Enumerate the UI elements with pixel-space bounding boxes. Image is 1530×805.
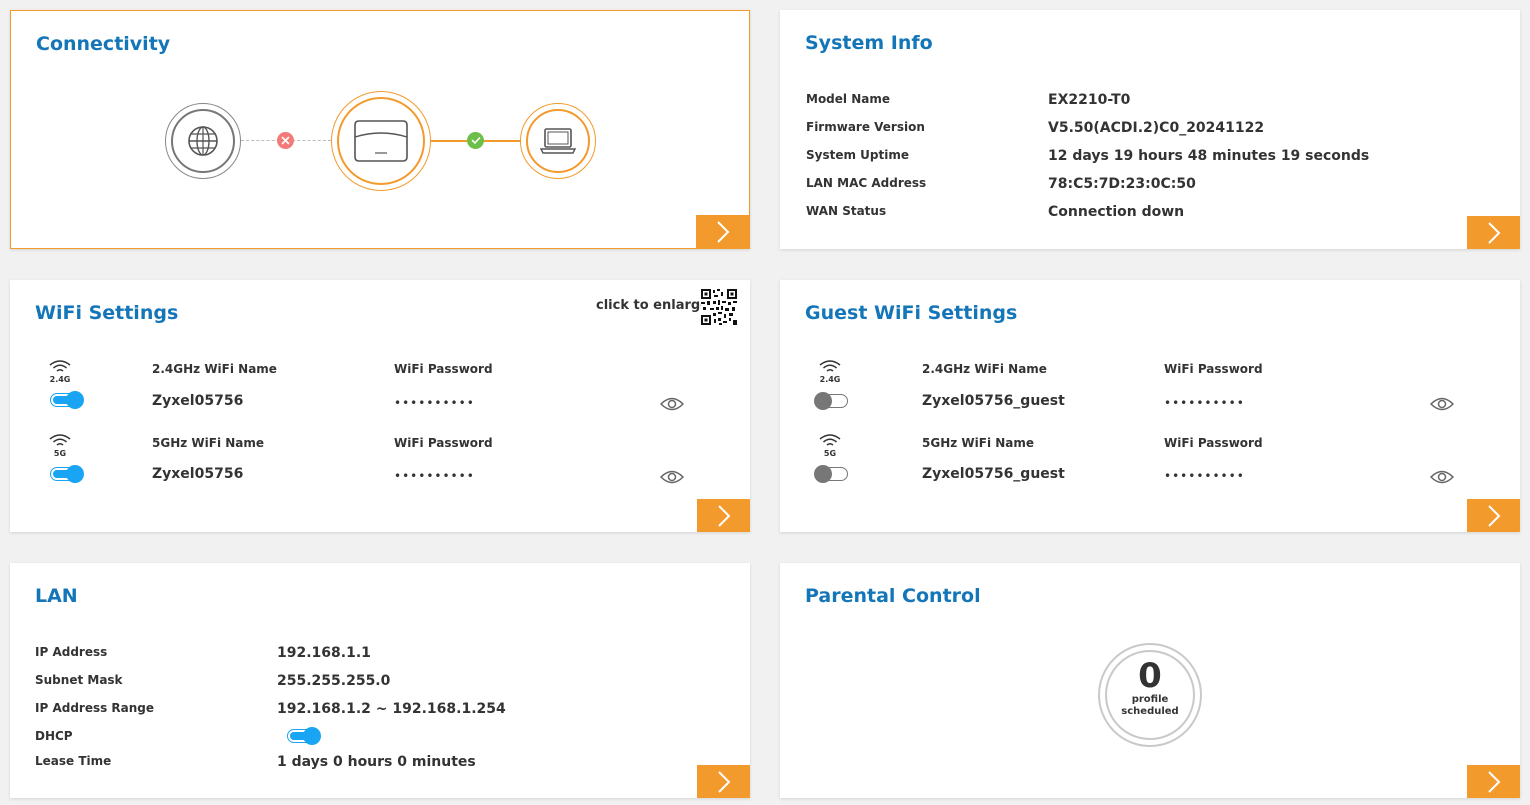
wifi-2g-name-label: 2.4GHz WiFi Name: [152, 362, 277, 376]
subnet-mask-label: Subnet Mask: [35, 673, 123, 687]
guest-5g-ssid: Zyxel05756_guest: [922, 466, 1065, 482]
laptop-icon: [540, 128, 576, 154]
model-name-label: Model Name: [806, 92, 890, 106]
profile-text-line1: profile: [1131, 694, 1169, 705]
client-node: [520, 103, 596, 179]
wifi-5g-password-label: WiFi Password: [394, 436, 493, 450]
show-password-icon[interactable]: [1430, 396, 1454, 412]
band-label: 5G: [53, 449, 67, 458]
system-uptime-label: System Uptime: [806, 148, 909, 162]
show-password-icon[interactable]: [660, 396, 684, 412]
wifi-icon: [49, 360, 71, 372]
dhcp-toggle[interactable]: [287, 727, 321, 745]
wifi-5g-toggle[interactable]: [50, 465, 84, 483]
guest-5g-toggle[interactable]: [814, 465, 848, 483]
wifi-5g-name-label: 5GHz WiFi Name: [152, 436, 265, 450]
band-label: 2.4G: [819, 375, 841, 384]
wifi-2g-ssid: Zyxel05756: [152, 393, 244, 409]
wifi-5g-password: ••••••••••: [394, 469, 475, 483]
wifi-icon: [819, 360, 841, 372]
ip-address-value: 192.168.1.1: [277, 645, 371, 661]
wifi-settings-more-button[interactable]: [697, 499, 750, 532]
chevron-right-icon: [1487, 770, 1500, 793]
dhcp-label: DHCP: [35, 729, 73, 743]
ip-range-value: 192.168.1.2 ~ 192.168.1.254: [277, 701, 506, 717]
show-password-icon[interactable]: [1430, 469, 1454, 485]
subnet-mask-value: 255.255.255.0: [277, 673, 391, 689]
wifi-icon: [819, 434, 841, 446]
chevron-right-icon: [717, 504, 730, 527]
parental-control-title: Parental Control: [805, 585, 981, 607]
chevron-right-icon: [716, 220, 729, 243]
wan-status-value: Connection down: [1048, 204, 1185, 220]
qr-code-icon[interactable]: [701, 289, 737, 325]
lease-time-value: 1 days 0 hours 0 minutes: [277, 754, 476, 770]
wan-status-label: WAN Status: [806, 204, 887, 218]
system-info-title: System Info: [805, 32, 933, 54]
chevron-right-icon: [1487, 221, 1500, 244]
band-label: 2.4G: [49, 375, 71, 384]
firmware-version-label: Firmware Version: [806, 120, 925, 134]
parental-control-card: Parental Control 0 profile scheduled: [780, 563, 1520, 798]
guest-band-2g: 2.4G: [810, 358, 850, 384]
model-name-value: EX2210-T0: [1048, 92, 1131, 108]
wifi-settings-card: WiFi Settings click to enlarge 2.4G 2.4G…: [10, 280, 750, 532]
qr-enlarge-hint[interactable]: click to enlarge: [596, 298, 709, 313]
guest-5g-name-label: 5GHz WiFi Name: [922, 436, 1035, 450]
system-info-card: System Info Model Name EX2210-T0 Firmwar…: [780, 10, 1520, 249]
system-info-more-button[interactable]: [1467, 216, 1520, 249]
wifi-2g-password-label: WiFi Password: [394, 362, 493, 376]
parental-control-more-button[interactable]: [1467, 765, 1520, 798]
profile-count: 0: [1138, 656, 1162, 696]
guest-wifi-title: Guest WiFi Settings: [805, 302, 1018, 324]
x-icon: [277, 132, 294, 149]
check-icon: [467, 132, 484, 149]
router-node: [331, 91, 431, 191]
guest-2g-password: ••••••••••: [1164, 396, 1245, 410]
chevron-right-icon: [1487, 504, 1500, 527]
guest-wifi-card: Guest WiFi Settings 2.4G 2.4GHz WiFi Nam…: [780, 280, 1520, 532]
wifi-2g-toggle[interactable]: [50, 391, 84, 409]
wifi-settings-title: WiFi Settings: [35, 302, 179, 324]
globe-icon: [188, 126, 218, 156]
wifi-2g-password: ••••••••••: [394, 396, 475, 410]
guest-2g-name-label: 2.4GHz WiFi Name: [922, 362, 1047, 376]
wifi-5g-ssid: Zyxel05756: [152, 466, 244, 482]
connectivity-more-button[interactable]: [696, 215, 749, 248]
router-icon: [354, 120, 408, 162]
guest-5g-password: ••••••••••: [1164, 469, 1245, 483]
connectivity-title: Connectivity: [36, 33, 171, 55]
lan-more-button[interactable]: [697, 765, 750, 798]
wifi-band-5g: 5G: [40, 432, 80, 458]
connectivity-card: Connectivity: [10, 10, 750, 249]
lease-time-label: Lease Time: [35, 754, 112, 768]
guest-2g-toggle[interactable]: [814, 392, 848, 410]
profile-counter: 0 profile scheduled: [1098, 643, 1202, 747]
lan-card: LAN IP Address 192.168.1.1 Subnet Mask 2…: [10, 563, 750, 798]
lan-mac-label: LAN MAC Address: [806, 176, 927, 190]
system-uptime-value: 12 days 19 hours 48 minutes 19 seconds: [1048, 148, 1370, 164]
guest-wifi-more-button[interactable]: [1467, 499, 1520, 532]
wifi-icon: [49, 434, 71, 446]
guest-5g-password-label: WiFi Password: [1164, 436, 1263, 450]
profile-text-line2: scheduled: [1121, 706, 1179, 717]
show-password-icon[interactable]: [660, 469, 684, 485]
guest-2g-password-label: WiFi Password: [1164, 362, 1263, 376]
lan-title: LAN: [35, 585, 78, 607]
guest-2g-ssid: Zyxel05756_guest: [922, 393, 1065, 409]
band-label: 5G: [823, 449, 837, 458]
wifi-band-2g: 2.4G: [40, 358, 80, 384]
ip-address-label: IP Address: [35, 645, 108, 659]
firmware-version-value: V5.50(ACDI.2)C0_20241122: [1048, 120, 1265, 136]
chevron-right-icon: [717, 770, 730, 793]
lan-mac-value: 78:C5:7D:23:0C:50: [1048, 176, 1196, 192]
guest-band-5g: 5G: [810, 432, 850, 458]
internet-node: [165, 103, 241, 179]
ip-range-label: IP Address Range: [35, 701, 155, 715]
